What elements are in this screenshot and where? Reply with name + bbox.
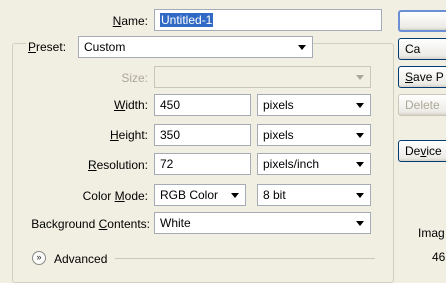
background-contents-select[interactable]: White <box>154 212 371 234</box>
color-mode-label: Color Mode: <box>82 189 148 203</box>
resolution-unit-value: pixels/inch <box>263 157 320 171</box>
name-input[interactable]: Untitled-1 <box>154 9 382 31</box>
resolution-input[interactable]: 72 <box>154 153 251 175</box>
width-unit-select[interactable]: pixels <box>257 94 371 116</box>
ok-button[interactable] <box>398 10 446 32</box>
height-label: Height: <box>109 128 148 142</box>
bit-depth-select[interactable]: 8 bit <box>257 184 371 206</box>
name-label: Name: <box>112 14 148 28</box>
advanced-divider <box>115 258 375 259</box>
image-size-value: 46 <box>432 250 446 264</box>
height-unit-select[interactable]: pixels <box>257 124 371 146</box>
chevron-down-icon <box>356 193 364 198</box>
size-label: Size: <box>121 71 148 85</box>
save-preset-button[interactable]: Save P <box>398 66 446 88</box>
chevron-down-icon <box>356 75 364 80</box>
background-contents-value: White <box>160 216 191 230</box>
chevron-down-icon <box>356 221 364 226</box>
advanced-label[interactable]: Advanced <box>54 252 107 266</box>
width-unit-value: pixels <box>263 98 294 112</box>
width-label: Width: <box>113 98 148 112</box>
cancel-button[interactable]: Ca <box>398 38 446 60</box>
chevron-down-icon <box>298 45 306 50</box>
color-mode-value: RGB Color <box>160 188 219 202</box>
width-input[interactable]: 450 <box>154 94 251 116</box>
preset-label: Preset: <box>26 40 78 54</box>
preset-select-value: Custom <box>84 40 126 54</box>
height-unit-value: pixels <box>263 128 294 142</box>
color-mode-select[interactable]: RGB Color <box>154 184 246 206</box>
height-input[interactable]: 350 <box>154 124 251 146</box>
expand-chevron-icon[interactable]: » <box>32 251 46 265</box>
bit-depth-value: 8 bit <box>263 188 286 202</box>
name-input-value: Untitled-1 <box>160 13 214 27</box>
chevron-down-icon <box>356 133 364 138</box>
size-select[interactable] <box>154 66 371 88</box>
resolution-label: Resolution: <box>87 158 148 172</box>
resolution-unit-select[interactable]: pixels/inch <box>257 153 371 175</box>
delete-preset-button[interactable]: Delete <box>398 94 446 116</box>
image-size-label: Imag <box>418 226 445 240</box>
device-central-button[interactable]: Device <box>398 140 446 162</box>
background-contents-label: Background Contents: <box>31 217 150 231</box>
chevron-down-icon <box>231 193 239 198</box>
chevron-down-icon <box>356 103 364 108</box>
preset-select[interactable]: Custom <box>78 36 313 58</box>
chevron-down-icon <box>356 162 364 167</box>
